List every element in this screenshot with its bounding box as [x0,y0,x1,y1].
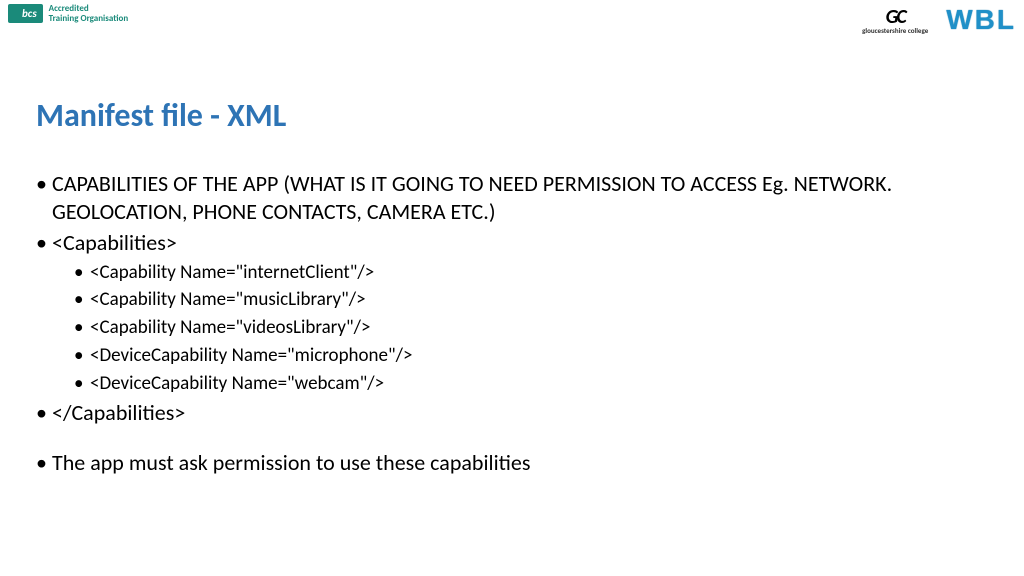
slide-header: bcs Accredited Training Organisation GC … [0,0,1024,40]
bcs-logo: bcs Accredited Training Organisation [8,4,128,24]
slide-content: CAPABILITIES OF THE APP (WHAT IS IT GOIN… [36,170,988,480]
bcs-line2: Training Organisation [49,14,128,24]
gc-mark-icon: GC [862,7,928,27]
bullet-cap-musiclibrary: <Capability Name="musicLibrary"/> [74,288,988,312]
right-logos: GC gloucestershire college WBL [862,4,1016,36]
bullet-cap-internetclient: <Capability Name="internetClient"/> [74,261,988,285]
bullet-devicecap-microphone: <DeviceCapability Name="microphone"/> [74,344,988,368]
gc-subtext: gloucestershire college [862,27,928,34]
slide-title: Manifest file - XML [36,96,286,135]
bcs-mark-icon: bcs [8,4,43,23]
wbl-logo: WBL [946,4,1016,36]
bullet-devicecap-webcam: <DeviceCapability Name="webcam"/> [74,372,988,396]
bullet-capabilities-close: </Capabilities> [36,399,988,427]
gc-logo: GC gloucestershire college [862,7,928,34]
bullet-list: CAPABILITIES OF THE APP (WHAT IS IT GOIN… [36,170,988,476]
bcs-logo-text: Accredited Training Organisation [49,4,128,24]
bullet-capabilities-desc: CAPABILITIES OF THE APP (WHAT IS IT GOIN… [36,170,988,225]
bullet-permission-note: The app must ask permission to use these… [36,449,988,477]
bullet-cap-videoslibrary: <Capability Name="videosLibrary"/> [74,316,988,340]
bullet-capabilities-open: <Capabilities> [36,229,988,257]
